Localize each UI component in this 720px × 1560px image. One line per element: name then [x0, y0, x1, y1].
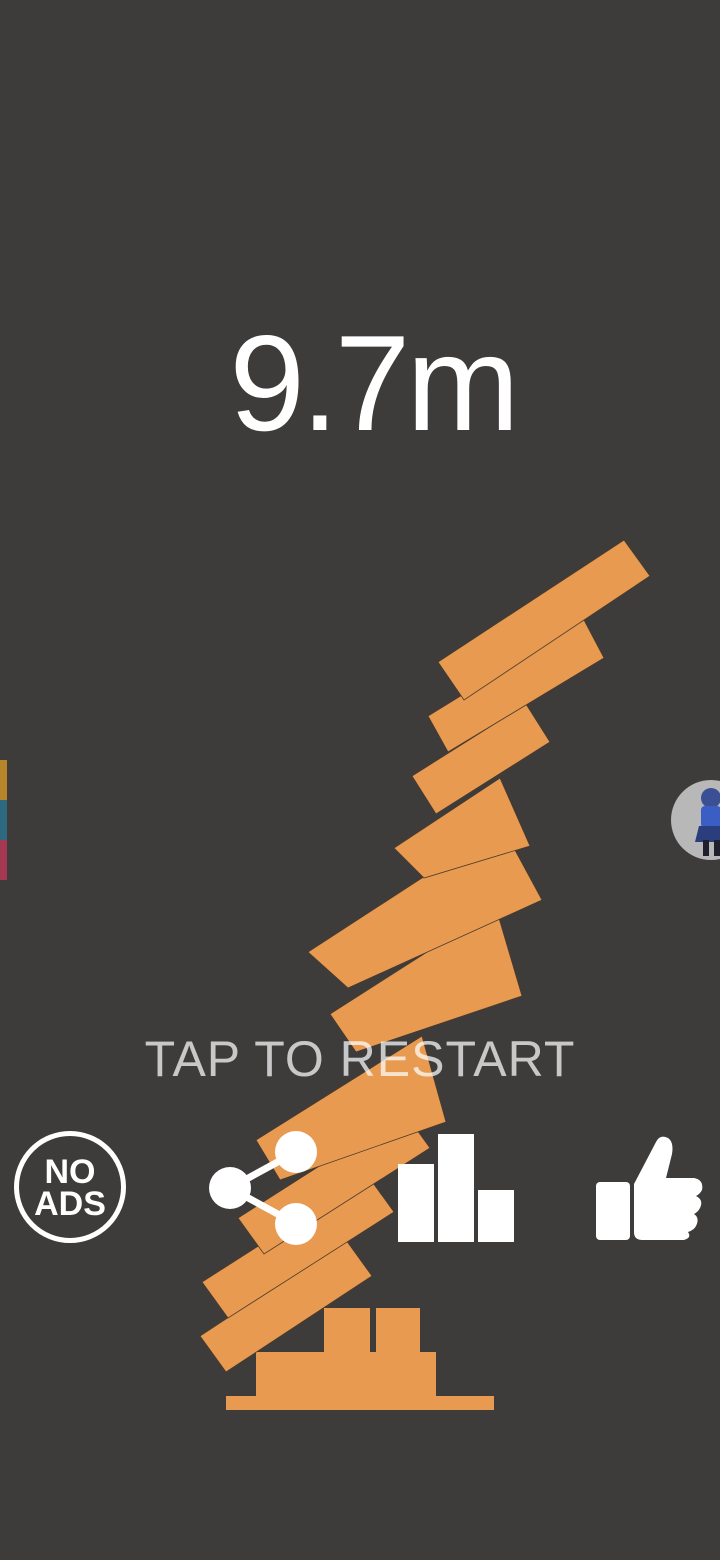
share-button[interactable] — [204, 1126, 324, 1250]
side-strip-blue — [0, 800, 7, 840]
base-small-block-left — [324, 1308, 370, 1352]
side-strip-gold — [0, 760, 7, 800]
no-ads-button[interactable]: NO ADS — [14, 1131, 126, 1243]
bar-chart-icon — [398, 1134, 514, 1242]
base-platform — [226, 1396, 494, 1410]
height-score: 9.7m — [229, 307, 519, 459]
base-small-block-right — [376, 1308, 420, 1352]
tower-scene — [199, 539, 651, 1410]
base-block — [256, 1352, 436, 1396]
thumbs-up-icon — [596, 1136, 703, 1240]
share-icon — [209, 1131, 317, 1245]
leaderboard-button[interactable] — [398, 1134, 516, 1244]
no-ads-label-line2: ADS — [34, 1185, 106, 1223]
side-strip-red — [0, 840, 7, 880]
rate-button[interactable] — [594, 1134, 706, 1242]
no-ads-label-line1: NO — [44, 1153, 96, 1191]
restart-prompt[interactable]: TAP TO RESTART — [0, 1030, 720, 1088]
